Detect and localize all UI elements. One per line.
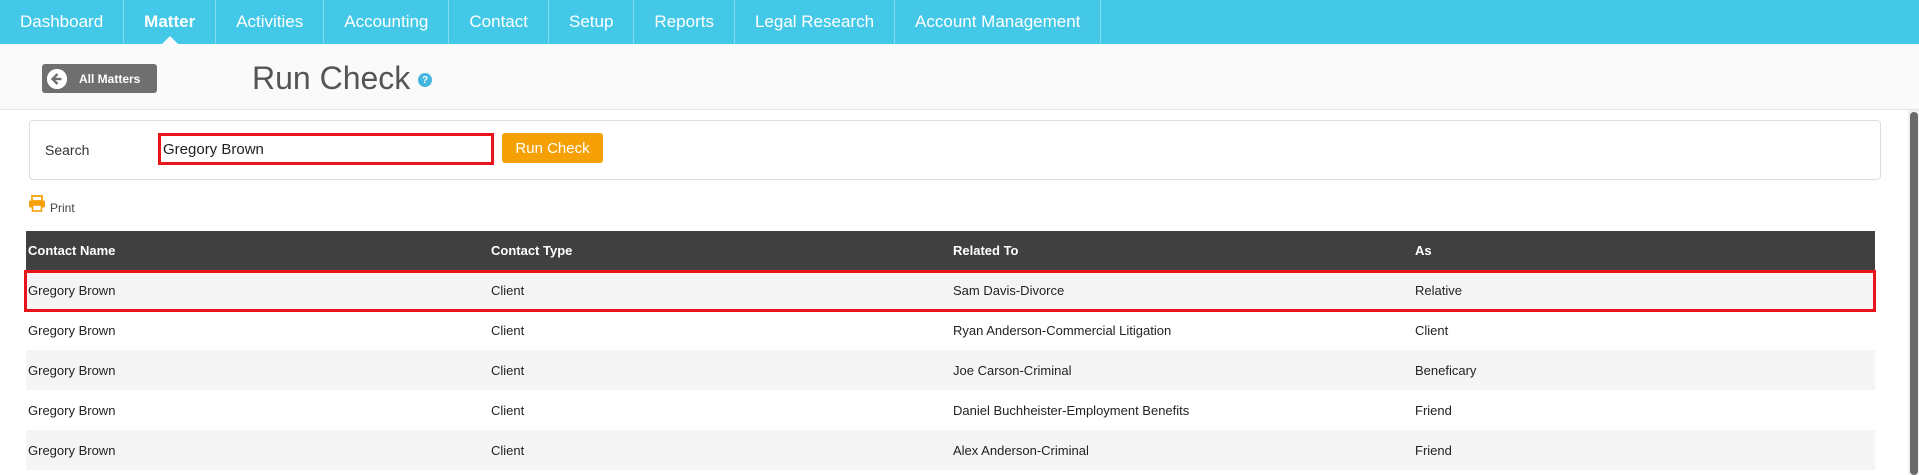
arrow-left-circle-icon: [47, 68, 67, 89]
related-to-cell: Joe Carson-Criminal: [953, 362, 1072, 378]
column-header-contact-type[interactable]: Contact Type: [488, 243, 950, 258]
nav-item-reports[interactable]: Reports: [634, 0, 735, 44]
nav-item-dashboard[interactable]: Dashboard: [0, 0, 125, 44]
contact-name-cell: Gregory Brown: [28, 282, 116, 298]
related-to-cell: Daniel Buchheister-Employment Benefits: [953, 402, 1190, 418]
contact-type-cell: Client: [491, 362, 525, 378]
nav-item-legal-research[interactable]: Legal Research: [735, 0, 896, 44]
page-header: All Matters Run Check ?: [0, 44, 1919, 110]
related-to-cell: Ryan Anderson-Commercial Litigation: [953, 322, 1172, 338]
nav-item-accounting[interactable]: Accounting: [324, 0, 450, 44]
as-cell: Friend: [1415, 402, 1452, 418]
related-to-cell: Alex Anderson-Criminal: [953, 442, 1089, 458]
table-header-row: Contact Name Contact Type Related To As: [26, 231, 1875, 270]
all-matters-label: All Matters: [79, 71, 141, 86]
page-title: Run Check: [252, 60, 411, 96]
column-header-as[interactable]: As: [1412, 243, 1874, 258]
printer-icon: [28, 195, 46, 217]
nav-item-activities[interactable]: Activities: [216, 0, 325, 44]
contact-name-cell: Gregory Brown: [28, 402, 116, 418]
contact-type-cell: Client: [491, 322, 525, 338]
contact-type-cell: Client: [491, 402, 525, 418]
run-check-button[interactable]: Run Check: [502, 133, 603, 163]
search-panel: Search Run Check: [29, 120, 1881, 180]
as-cell: Client: [1415, 322, 1449, 338]
contact-name-cell: Gregory Brown: [28, 442, 116, 458]
as-cell: Beneficary: [1415, 362, 1477, 378]
table-row[interactable]: Gregory Brown Client Sam Davis-Divorce R…: [26, 270, 1875, 310]
top-navigation: Dashboard Matter Activities Accounting C…: [0, 0, 1919, 44]
contact-name-cell: Gregory Brown: [28, 362, 116, 378]
related-to-cell: Sam Davis-Divorce: [953, 282, 1065, 298]
all-matters-button[interactable]: All Matters: [42, 64, 157, 93]
nav-item-contact[interactable]: Contact: [449, 0, 549, 44]
contact-type-cell: Client: [491, 282, 525, 298]
table-row[interactable]: Gregory Brown Client Alex Anderson-Crimi…: [26, 430, 1875, 470]
print-link[interactable]: Print: [28, 195, 75, 217]
as-cell: Friend: [1415, 442, 1452, 458]
column-header-contact-name[interactable]: Contact Name: [26, 243, 488, 258]
table-row[interactable]: Gregory Brown Client Joe Carson-Criminal…: [26, 350, 1875, 390]
as-cell: Relative: [1415, 282, 1462, 298]
search-label: Search: [45, 142, 90, 158]
contact-type-cell: Client: [491, 442, 525, 458]
print-label: Print: [50, 201, 75, 215]
results-table: Contact Name Contact Type Related To As …: [26, 231, 1875, 470]
contact-name-cell: Gregory Brown: [28, 322, 116, 338]
question-circle-icon[interactable]: ?: [418, 73, 432, 87]
nav-item-matter[interactable]: Matter: [124, 0, 217, 44]
nav-item-setup[interactable]: Setup: [549, 0, 635, 44]
table-row[interactable]: Gregory Brown Client Daniel Buchheister-…: [26, 390, 1875, 430]
search-input[interactable]: [158, 133, 494, 165]
table-row[interactable]: Gregory Brown Client Ryan Anderson-Comme…: [26, 310, 1875, 350]
nav-item-account-management[interactable]: Account Management: [895, 0, 1102, 44]
scrollbar-thumb[interactable]: [1910, 112, 1918, 475]
column-header-related-to[interactable]: Related To: [950, 243, 1412, 258]
